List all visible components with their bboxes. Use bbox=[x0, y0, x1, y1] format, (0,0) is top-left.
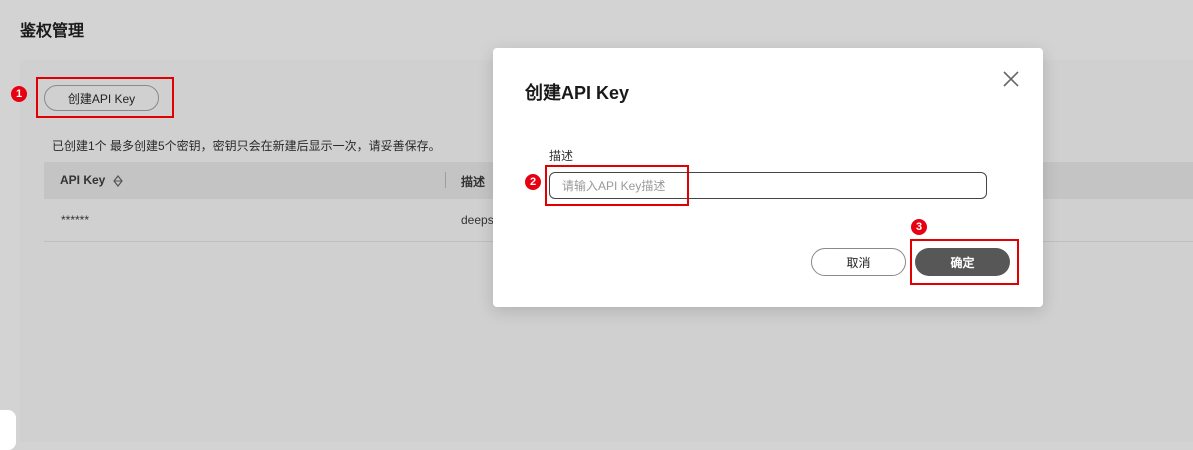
api-key-cell: ****** bbox=[61, 213, 90, 227]
column-header-api-key[interactable]: API Key bbox=[60, 173, 123, 187]
description-label: 描述 bbox=[549, 149, 574, 163]
highlight-box-confirm bbox=[910, 239, 1019, 285]
column-header-api-key-label: API Key bbox=[60, 173, 106, 187]
sort-icon[interactable] bbox=[112, 174, 123, 187]
step-marker-2: 2 bbox=[525, 174, 541, 190]
close-icon[interactable] bbox=[1001, 69, 1021, 89]
info-text: 已创建1个 最多创建5个密钥，密钥只会在新建后显示一次，请妥善保存。 bbox=[52, 139, 441, 153]
side-collapse-handle[interactable] bbox=[0, 410, 16, 450]
dialog-title: 创建API Key bbox=[525, 83, 630, 103]
column-divider bbox=[445, 172, 446, 188]
page-title: 鉴权管理 bbox=[20, 23, 85, 40]
step-marker-3: 3 bbox=[911, 219, 927, 235]
column-header-desc: 描述 bbox=[461, 175, 486, 189]
highlight-box-input bbox=[545, 165, 689, 206]
cancel-button[interactable]: 取消 bbox=[811, 248, 906, 276]
desc-cell: deeps bbox=[461, 213, 494, 227]
step-marker-1: 1 bbox=[11, 86, 27, 102]
highlight-box-create bbox=[36, 77, 174, 118]
